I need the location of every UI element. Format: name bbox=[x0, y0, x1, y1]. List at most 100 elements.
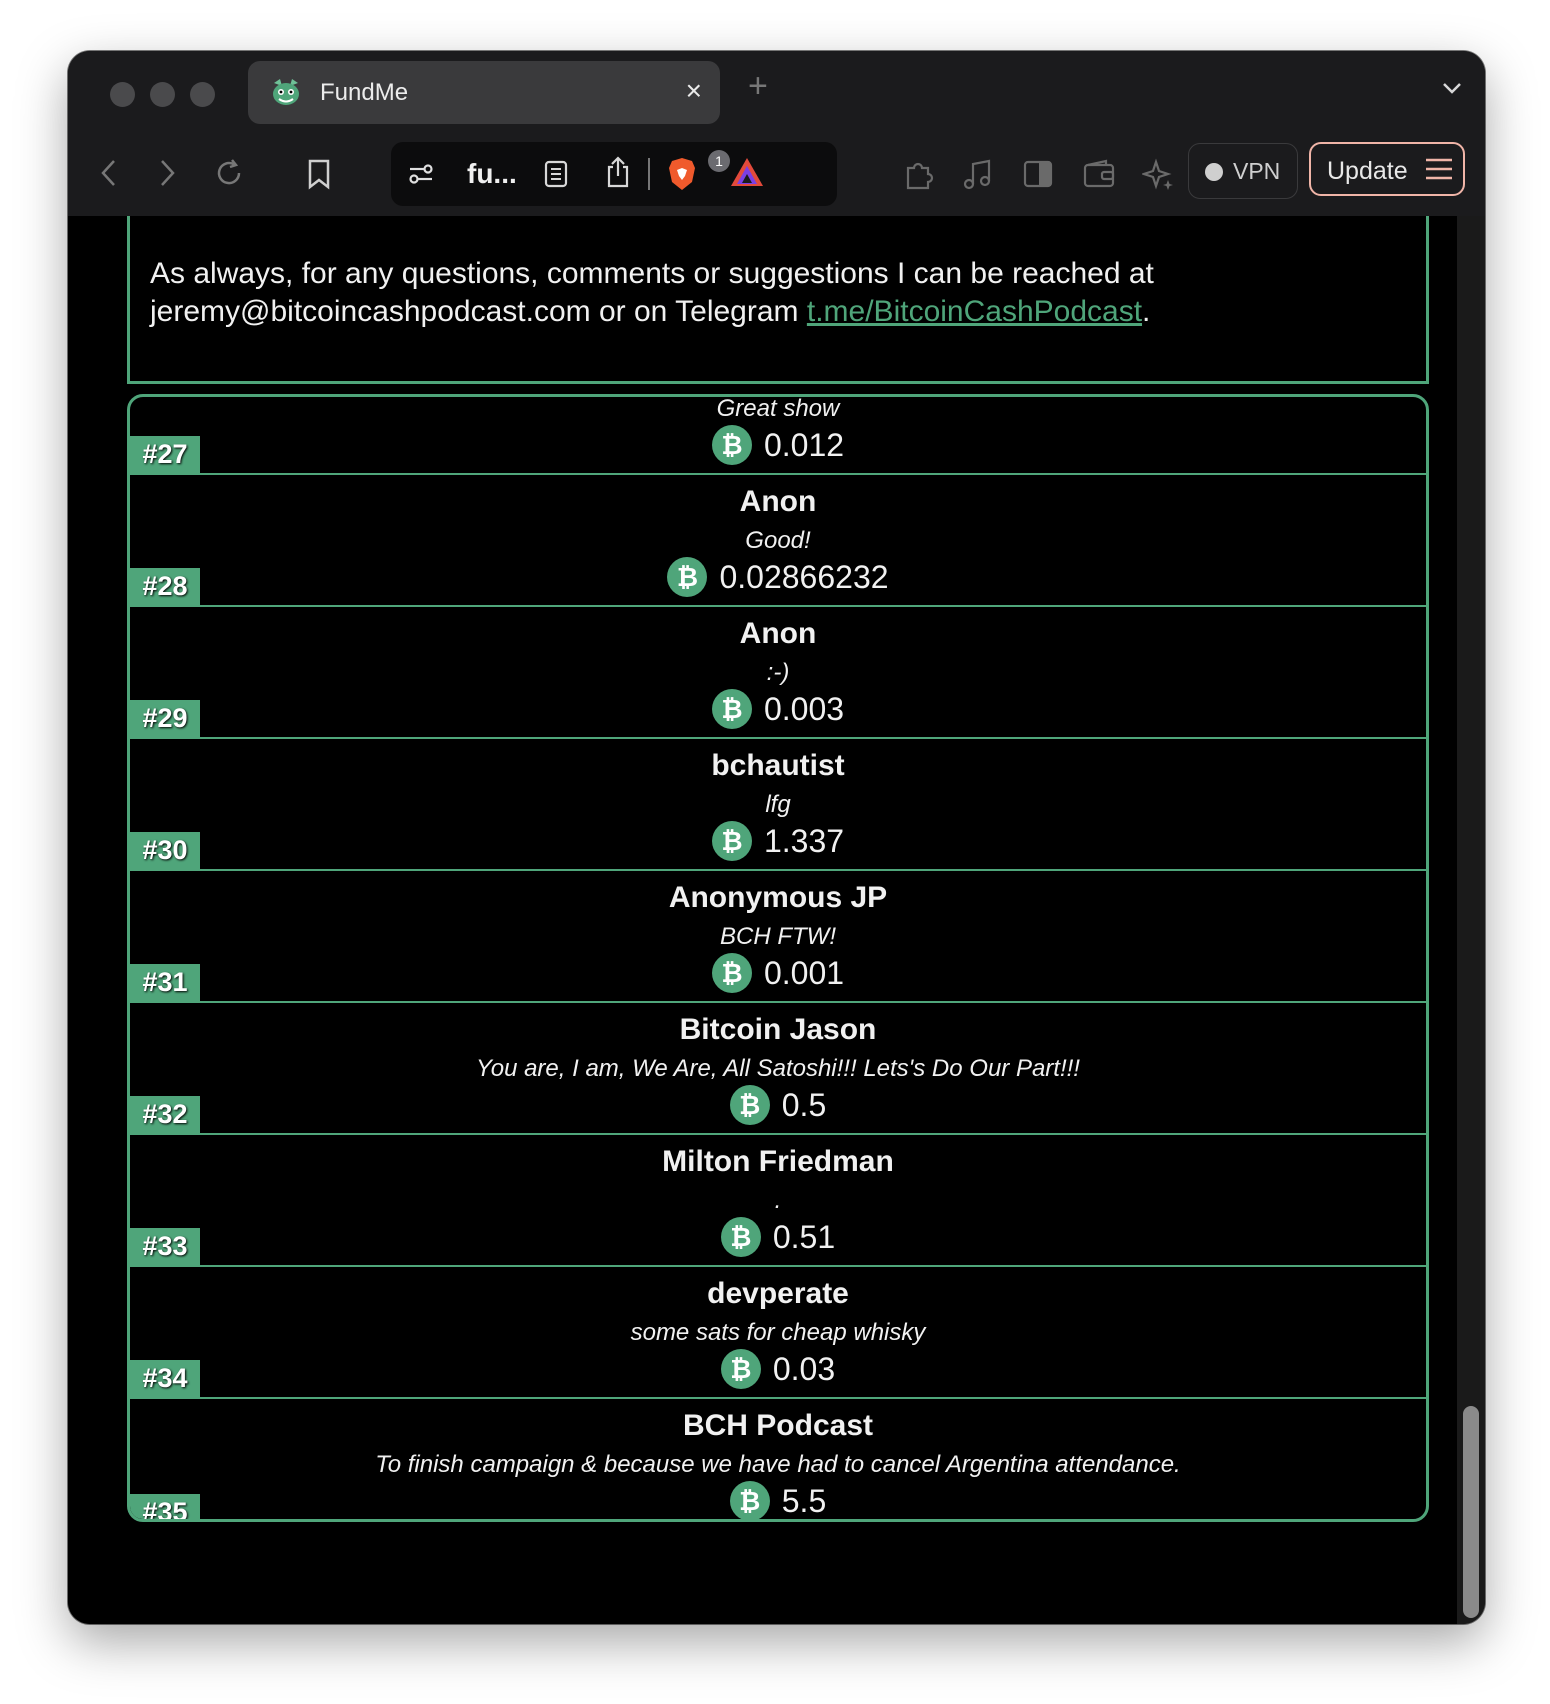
vpn-label: VPN bbox=[1233, 158, 1281, 184]
bch-icon: ₿ bbox=[667, 557, 708, 597]
chevron-down-icon[interactable] bbox=[1441, 77, 1463, 99]
pledge-number-badge: #34 bbox=[130, 1360, 200, 1397]
pledge-row: BCH Podcast To finish campaign & because… bbox=[130, 1399, 1426, 1519]
pledge-amount: ₿ 0.51 bbox=[130, 1217, 1426, 1257]
pledge-amount-value: 0.003 bbox=[763, 690, 845, 727]
reload-icon[interactable] bbox=[214, 158, 244, 188]
address-bar[interactable]: fu... 1 bbox=[391, 142, 837, 206]
pledge-name: Anon bbox=[739, 485, 817, 518]
toolbar: fu... 1 VPN Update bbox=[68, 132, 1485, 216]
fundme-favicon-icon bbox=[273, 79, 299, 105]
site-settings-icon[interactable] bbox=[407, 160, 435, 188]
shields-count-badge: 1 bbox=[708, 150, 730, 172]
pledge-message: lfg bbox=[765, 791, 791, 818]
leo-ai-icon[interactable] bbox=[1142, 158, 1176, 192]
pledge-row: devperate some sats for cheap whisky ₿ 0.… bbox=[130, 1267, 1426, 1399]
update-menu-button[interactable]: Update bbox=[1309, 142, 1465, 196]
minimize-window-button[interactable] bbox=[150, 82, 175, 107]
pledge-amount: ₿ 0.012 bbox=[130, 425, 1426, 465]
pledge-amount: ₿ 0.03 bbox=[130, 1349, 1426, 1389]
bch-icon: ₿ bbox=[711, 425, 752, 465]
pledge-row: Anon Good! ₿ 0.02866232 #28 bbox=[130, 475, 1426, 607]
pledge-amount: ₿ 0.001 bbox=[130, 953, 1426, 993]
bch-icon: ₿ bbox=[711, 953, 752, 993]
tab-fundme[interactable]: FundMe × bbox=[248, 61, 720, 124]
pledge-name: Milton Friedman bbox=[662, 1145, 894, 1178]
pledge-amount-value: 0.5 bbox=[781, 1086, 827, 1123]
title-bar: FundMe × + bbox=[68, 51, 1485, 132]
update-label: Update bbox=[1327, 157, 1408, 185]
pledge-amount: ₿ 5.5 bbox=[130, 1481, 1426, 1519]
pledge-name: Anonymous JP bbox=[668, 881, 888, 914]
contact-text-end: . bbox=[1142, 295, 1151, 328]
pledge-amount-value: 0.012 bbox=[763, 426, 845, 463]
bch-icon: ₿ bbox=[729, 1085, 770, 1125]
hamburger-menu-icon bbox=[1426, 158, 1452, 180]
pledge-amount-value: 1.337 bbox=[763, 822, 845, 859]
pledge-name: bchautist bbox=[711, 749, 845, 782]
contact-text: As always, for any questions, comments o… bbox=[150, 255, 1410, 331]
new-tab-icon[interactable]: + bbox=[748, 69, 768, 103]
pledge-message: some sats for cheap whisky bbox=[630, 1319, 926, 1346]
pledge-name: Anon bbox=[739, 617, 817, 650]
pledge-amount-value: 0.03 bbox=[772, 1350, 836, 1387]
bch-icon: ₿ bbox=[720, 1349, 761, 1389]
music-icon[interactable] bbox=[962, 158, 994, 192]
scrollbar[interactable] bbox=[1457, 216, 1485, 1624]
pledge-message: Good! bbox=[745, 527, 811, 554]
reader-mode-icon[interactable] bbox=[544, 160, 568, 188]
pledge-name: BCH Podcast bbox=[682, 1409, 874, 1442]
browser-window: FundMe × + fu... 1 VPN Update As always,… bbox=[68, 51, 1485, 1624]
pledge-number-badge: #28 bbox=[130, 568, 200, 605]
wallet-icon[interactable] bbox=[1082, 158, 1116, 190]
url-text[interactable]: fu... bbox=[467, 158, 517, 190]
brave-rewards-icon[interactable] bbox=[729, 156, 765, 188]
pledge-message: To finish campaign & because we have had… bbox=[375, 1451, 1181, 1478]
pledge-name: devperate bbox=[707, 1277, 849, 1310]
pledge-number-badge: #31 bbox=[130, 964, 200, 1001]
pledge-message: . bbox=[774, 1187, 782, 1214]
brave-shields-icon[interactable] bbox=[667, 156, 697, 192]
pledge-number-badge: #32 bbox=[130, 1096, 200, 1133]
close-window-button[interactable] bbox=[110, 82, 135, 107]
pledge-row: Anonymous JP BCH FTW! ₿ 0.001 #31 bbox=[130, 871, 1426, 1003]
sidebar-icon[interactable] bbox=[1022, 158, 1054, 190]
pledge-number-badge: #33 bbox=[130, 1228, 200, 1265]
bch-icon: ₿ bbox=[711, 821, 752, 861]
extensions-icon[interactable] bbox=[902, 158, 936, 192]
divider bbox=[648, 158, 650, 190]
pledge-row: Bitcoin Jason You are, I am, We Are, All… bbox=[130, 1003, 1426, 1135]
zoom-window-button[interactable] bbox=[190, 82, 215, 107]
pledge-row: bchautist lfg ₿ 1.337 #30 bbox=[130, 739, 1426, 871]
vpn-button[interactable]: VPN bbox=[1188, 143, 1298, 199]
pledge-row: Anon :-) ₿ 0.003 #29 bbox=[130, 607, 1426, 739]
pledge-amount: ₿ 1.337 bbox=[130, 821, 1426, 861]
pledge-amount-value: 0.02866232 bbox=[719, 558, 889, 595]
pledge-amount: ₿ 0.5 bbox=[130, 1085, 1426, 1125]
bookmark-icon[interactable] bbox=[306, 158, 332, 190]
back-icon[interactable] bbox=[98, 158, 120, 188]
close-tab-icon[interactable]: × bbox=[686, 75, 702, 107]
pledge-row: Great show ₿ 0.012 #27 bbox=[130, 395, 1426, 475]
pledge-number-badge: #29 bbox=[130, 700, 200, 737]
pledge-amount: ₿ 0.003 bbox=[130, 689, 1426, 729]
pledge-amount-value: 0.51 bbox=[772, 1218, 836, 1255]
pledge-list: Great show ₿ 0.012 #27 Anon Good! ₿ 0.0286… bbox=[127, 394, 1429, 1522]
forward-icon[interactable] bbox=[156, 158, 178, 188]
share-icon[interactable] bbox=[604, 155, 632, 189]
bch-icon: ₿ bbox=[729, 1481, 770, 1519]
tab-title: FundMe bbox=[320, 79, 409, 106]
vpn-status-icon bbox=[1205, 163, 1223, 181]
pledge-message: You are, I am, We Are, All Satoshi!!! Le… bbox=[476, 1055, 1080, 1082]
pledge-number-badge: #27 bbox=[130, 436, 200, 473]
pledge-message: :-) bbox=[766, 659, 790, 686]
pledge-number-badge: #30 bbox=[130, 832, 200, 869]
pledge-amount: ₿ 0.02866232 bbox=[130, 557, 1426, 597]
pledge-number-badge: #35 bbox=[130, 1494, 200, 1519]
pledge-message: Great show bbox=[716, 395, 840, 422]
bch-icon: ₿ bbox=[711, 689, 752, 729]
telegram-link[interactable]: t.me/BitcoinCashPodcast bbox=[807, 295, 1142, 328]
contact-info-box: As always, for any questions, comments o… bbox=[127, 216, 1429, 384]
pledge-amount-value: 5.5 bbox=[781, 1482, 827, 1519]
scrollbar-thumb[interactable] bbox=[1463, 1406, 1479, 1618]
